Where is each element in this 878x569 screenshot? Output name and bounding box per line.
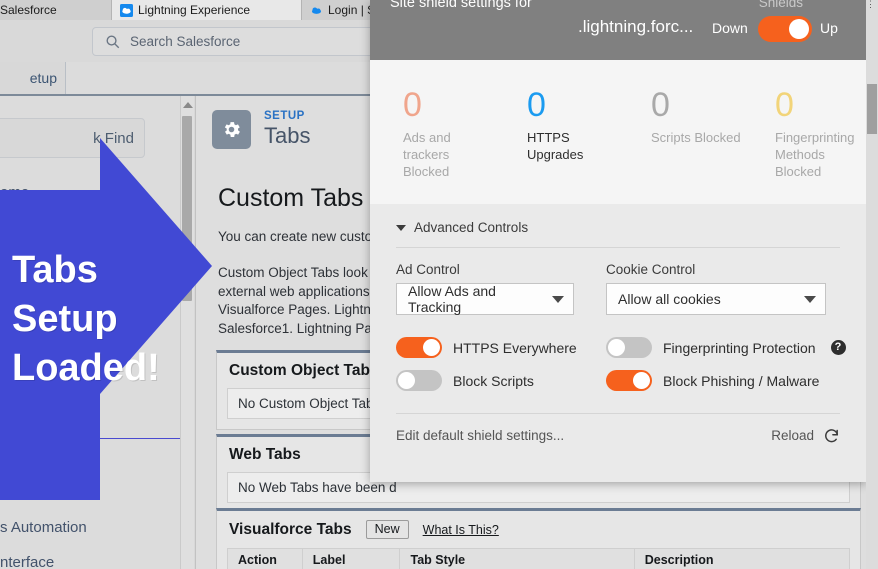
salesforce-cloud-icon bbox=[120, 3, 133, 17]
stat-count: 0 bbox=[527, 86, 546, 124]
switch-label: Fingerprinting Protection bbox=[663, 339, 816, 356]
table-header-row: Action Label Tab Style Description bbox=[228, 549, 849, 569]
browser-tab-title: Lightning Experience bbox=[138, 3, 251, 17]
stat-caption: Fingerprinting Methods Blocked bbox=[775, 130, 855, 179]
browser-tab-title: Salesforce bbox=[0, 3, 57, 17]
search-icon bbox=[106, 35, 120, 49]
reload-button[interactable]: Reload bbox=[771, 427, 840, 444]
stat-scripts-blocked: 0 Scripts Blocked bbox=[618, 86, 742, 204]
shield-panel-footer: Edit default shield settings... Reload bbox=[370, 414, 866, 444]
switch-label: HTTPS Everywhere bbox=[453, 339, 577, 356]
setup-kicker: SETUP bbox=[264, 110, 305, 122]
refresh-icon bbox=[825, 429, 839, 443]
salesforce-cloud-icon bbox=[311, 6, 322, 14]
visualforce-card-header: Visualforce Tabs New What Is This? bbox=[217, 511, 860, 548]
column-header-description[interactable]: Description bbox=[635, 549, 849, 569]
cookie-control-value: Allow all cookies bbox=[618, 291, 721, 307]
block-phishing-malware-toggle[interactable] bbox=[606, 370, 652, 391]
stat-fingerprinting-methods-blocked: 0 Fingerprinting Methods Blocked bbox=[742, 86, 866, 204]
reload-label: Reload bbox=[771, 428, 814, 443]
visualforce-tabs-card: Visualforce Tabs New What Is This? Actio… bbox=[216, 508, 861, 569]
stat-ads-trackers-blocked: 0 Ads and trackers Blocked bbox=[370, 86, 494, 204]
shield-stats-row: 0 Ads and trackers Blocked 0 HTTPS Upgra… bbox=[370, 60, 866, 204]
setup-page-header: SETUP Tabs bbox=[212, 110, 310, 149]
chevron-down-icon bbox=[804, 295, 816, 303]
browser-tab-salesforce[interactable]: Salesforce bbox=[0, 0, 112, 20]
card-title: Visualforce Tabs bbox=[229, 520, 352, 538]
setup-tab[interactable]: etup bbox=[0, 62, 66, 94]
switch-label: Block Phishing / Malware bbox=[663, 372, 820, 389]
custom-tabs-body: Custom Object Tabs look external web app… bbox=[218, 264, 374, 338]
shield-panel-header: Site shield settings for Shields .lightn… bbox=[370, 0, 866, 60]
chevron-down-icon bbox=[552, 295, 564, 303]
sidebar-item-label: s Automation bbox=[0, 519, 87, 536]
annotation-text: Tabs Setup Loaded! bbox=[12, 249, 160, 389]
advanced-controls-toggle[interactable]: Advanced Controls bbox=[396, 220, 840, 235]
vertical-dots-icon[interactable]: ⋮ bbox=[866, 0, 875, 9]
shield-settings-for-label: Site shield settings for bbox=[390, 0, 532, 11]
ad-control-value: Allow Ads and Tracking bbox=[408, 283, 496, 315]
column-header-label[interactable]: Label bbox=[303, 549, 401, 569]
setup-tab-label: etup bbox=[29, 70, 57, 86]
stat-count: 0 bbox=[775, 86, 794, 124]
cookie-control-label: Cookie Control bbox=[606, 262, 696, 277]
fingerprinting-protection-toggle[interactable] bbox=[606, 337, 652, 358]
chevron-down-icon bbox=[396, 224, 406, 231]
sidebar-item-label: nterface bbox=[0, 554, 55, 569]
cookie-control-select[interactable]: Allow all cookies bbox=[606, 283, 826, 315]
site-shield-settings-panel: Site shield settings for Shields .lightn… bbox=[370, 0, 866, 482]
sidebar-item-process-automation[interactable]: s Automation bbox=[0, 519, 180, 536]
switch-row-block-phishing-malware[interactable]: Block Phishing / Malware bbox=[606, 370, 846, 391]
cookie-control-group: Cookie Control Allow all cookies bbox=[606, 262, 826, 315]
page-scrollbar-thumb[interactable] bbox=[867, 84, 877, 134]
column-header-tab-style[interactable]: Tab Style bbox=[400, 549, 635, 569]
stat-count: 0 bbox=[651, 86, 670, 124]
screen: etup k Find ome e Settings ts and Fields… bbox=[0, 0, 878, 569]
divider bbox=[396, 247, 840, 248]
stat-caption: HTTPS Upgrades bbox=[527, 130, 584, 162]
ad-control-group: Ad Control Allow Ads and Tracking bbox=[396, 262, 574, 315]
shields-down-label: Down bbox=[712, 20, 748, 36]
page-title: Tabs bbox=[264, 123, 311, 148]
scroll-up-arrow-icon[interactable] bbox=[183, 102, 193, 108]
advanced-controls-section: Advanced Controls Ad Control Allow Ads a… bbox=[370, 204, 866, 391]
shields-label: Shields bbox=[758, 0, 803, 10]
switch-row-fingerprinting-protection[interactable]: Fingerprinting Protection ? bbox=[606, 337, 846, 358]
column-header-action[interactable]: Action bbox=[228, 549, 303, 569]
shields-up-label: Up bbox=[820, 20, 838, 36]
custom-tabs-heading: Custom Tabs bbox=[218, 184, 364, 212]
what-is-this-link[interactable]: What Is This? bbox=[423, 523, 499, 537]
https-everywhere-toggle[interactable] bbox=[396, 337, 442, 358]
switch-row-https-everywhere[interactable]: HTTPS Everywhere bbox=[396, 337, 596, 358]
sidebar-item-user-interface[interactable]: nterface bbox=[0, 554, 180, 569]
body-line: Salesforce1. Lightning Pa bbox=[218, 320, 372, 336]
switch-row-block-scripts[interactable]: Block Scripts bbox=[396, 370, 596, 391]
shields-up-down-toggle[interactable] bbox=[758, 16, 812, 42]
ad-control-select[interactable]: Allow Ads and Tracking bbox=[396, 283, 574, 315]
search-placeholder: Search Salesforce bbox=[130, 34, 241, 49]
stat-https-upgrades: 0 HTTPS Upgrades bbox=[494, 86, 618, 204]
body-line: Visualforce Pages. Lightni bbox=[218, 302, 374, 317]
visualforce-tabs-table: Action Label Tab Style Description bbox=[227, 548, 850, 569]
control-selects: Ad Control Allow Ads and Tracking Cookie… bbox=[396, 262, 840, 315]
switch-label: Block Scripts bbox=[453, 372, 534, 389]
body-line: external web applications bbox=[218, 283, 370, 299]
block-scripts-toggle[interactable] bbox=[396, 370, 442, 391]
help-icon[interactable]: ? bbox=[830, 340, 846, 355]
edit-default-shield-settings-link[interactable]: Edit default shield settings... bbox=[396, 428, 564, 443]
gear-icon bbox=[212, 110, 251, 149]
browser-tab-title: Login | S bbox=[328, 3, 376, 17]
annotation-arrow: Tabs Setup Loaded! bbox=[0, 128, 212, 500]
stat-caption: Scripts Blocked bbox=[651, 130, 741, 145]
browser-tab-lightning-experience[interactable]: Lightning Experience bbox=[112, 0, 302, 20]
body-line: Custom Object Tabs look bbox=[218, 265, 368, 280]
advanced-controls-label: Advanced Controls bbox=[414, 220, 529, 235]
ad-control-label: Ad Control bbox=[396, 262, 460, 277]
stat-count: 0 bbox=[403, 86, 422, 124]
shield-switches: HTTPS Everywhere Fingerprinting Protecti… bbox=[396, 337, 846, 391]
site-host-label: .lightning.forc... bbox=[578, 17, 694, 36]
new-button[interactable]: New bbox=[365, 520, 409, 539]
custom-tabs-lead: You can create new custo bbox=[218, 229, 373, 244]
stat-caption: Ads and trackers Blocked bbox=[403, 130, 451, 179]
